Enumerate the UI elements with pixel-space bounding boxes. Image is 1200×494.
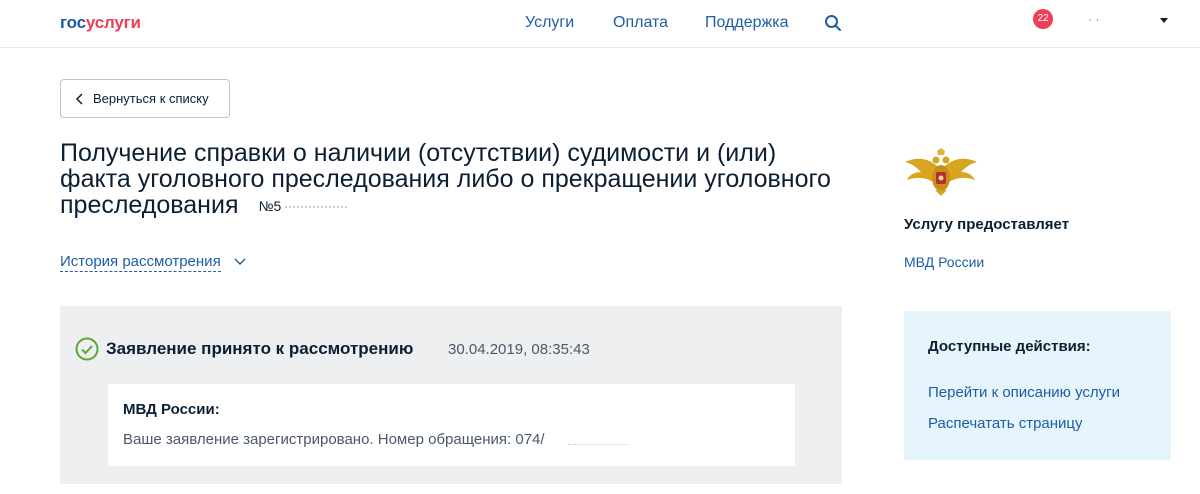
gosuslugi-logo[interactable]: госуслуги [60,13,141,33]
service-description-link[interactable]: Перейти к описанию услуги [928,384,1120,401]
message-body: Ваше заявление зарегистрировано. Номер о… [123,431,545,448]
status-text: Заявление принято к рассмотрению [106,339,414,358]
top-header: госуслуги Услуги Оплата Поддержка 22 · · [0,0,1200,48]
nav-support[interactable]: Поддержка [705,14,788,32]
service-title-text: Получение справки о наличии (отсутствии)… [60,139,831,219]
back-to-list-button[interactable]: Вернуться к списку [60,79,230,118]
provider-label: Услугу предоставляет [904,216,1070,233]
mvd-eagle-emblem [905,148,977,196]
check-circle-icon [75,337,99,361]
actions-title: Доступные действия: [928,338,1091,355]
message-number-mask [568,444,628,445]
nav-payment[interactable]: Оплата [613,14,668,32]
user-menu-chevron-down-icon[interactable] [1160,18,1168,23]
user-name[interactable]: · · [1088,12,1152,26]
chevron-left-icon [75,92,83,105]
provider-link[interactable]: МВД России [904,254,984,270]
message-sender: МВД России: [123,401,220,418]
notifications-badge[interactable]: 22 [1033,9,1053,29]
logo-part-gos: гос [60,13,86,32]
status-datetime: 30.04.2019, 08:35:43 [448,341,590,358]
history-toggle[interactable]: История рассмотрения [60,253,221,272]
logo-part-uslugi: услуги [85,13,141,32]
chevron-down-icon[interactable] [234,257,246,267]
page-title: Получение справки о наличии (отсутствии)… [60,140,840,219]
message-card [108,384,795,466]
application-number: №5 [258,198,282,215]
print-page-link[interactable]: Распечатать страницу [928,415,1083,432]
nav-services[interactable]: Услуги [525,14,574,32]
back-button-label: Вернуться к списку [93,91,209,106]
application-number-mask [285,204,348,209]
search-icon[interactable] [824,14,842,32]
